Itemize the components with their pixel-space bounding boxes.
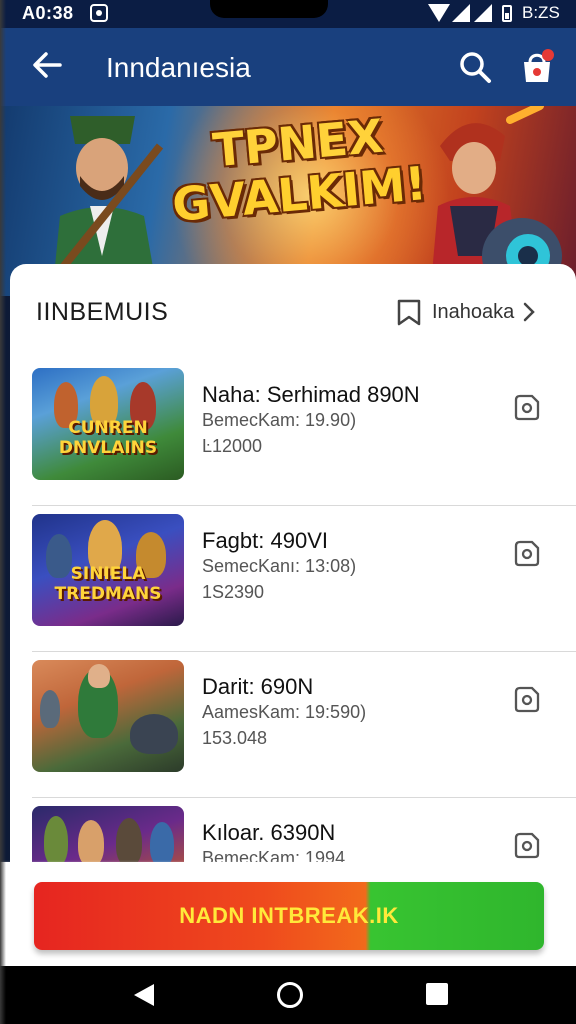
item-price: Ŀ12000 (202, 436, 263, 456)
cta-bar: NADN INTBREAK.IK (0, 862, 576, 966)
camera-notch (210, 0, 328, 18)
cart-badge (542, 49, 554, 61)
search-icon[interactable] (458, 50, 492, 84)
status-right-text: B:ZS (522, 3, 560, 22)
page-title: Inndanıesia (106, 52, 251, 83)
section-link[interactable]: Inahoaka (396, 296, 536, 328)
item-price: 1S2390 (202, 582, 265, 602)
phone-screen: A0:38 B:ZS Inndanıesia TPNEX GVALKIM! II… (0, 0, 576, 1024)
primary-cta-button[interactable]: NADN INTBREAK.IK (34, 882, 544, 950)
item-subtitle: AamesKam: 19:590) (202, 702, 367, 722)
nav-home-icon[interactable] (277, 982, 303, 1008)
item-thumbnail (32, 660, 184, 772)
nav-back-icon[interactable] (134, 984, 154, 1006)
status-time: A0:38 (22, 3, 74, 23)
thumbnail-caption: CUNREN DNVLAINS (58, 418, 158, 458)
nav-recents-icon[interactable] (426, 983, 448, 1005)
item-name: Darit: 690N (202, 674, 314, 699)
tag-icon[interactable] (512, 538, 542, 568)
signal-icon-2 (474, 4, 492, 22)
item-price: 153.048 (202, 728, 268, 748)
item-thumbnail: CUNREN DNVLAINS (32, 368, 184, 480)
tag-icon[interactable] (512, 830, 542, 860)
arrow-left-icon[interactable] (30, 48, 64, 82)
item-thumbnail: SINIELA TREDMANS (32, 514, 184, 626)
item-subtitle: SemecKanı: 13:08) (202, 556, 357, 576)
section-link-label: Inahoaka (432, 300, 515, 323)
list-item[interactable]: CUNREN DNVLAINS Naha: Serhimad 890N Beme… (32, 360, 576, 506)
list-item[interactable]: SINIELA TREDMANS Fagbt: 490VI SemecKanı:… (32, 506, 576, 652)
system-nav-bar (0, 966, 576, 1024)
chevron-right-icon (524, 302, 536, 322)
device-edge (0, 0, 6, 1024)
item-subtitle: BemecKam: 19.90) (202, 410, 357, 430)
thumbnail-caption: SINIELA TREDMANS (54, 564, 162, 604)
signal-icon (452, 4, 470, 22)
notification-icon (90, 4, 108, 22)
section-title: IINBEMUIS (36, 298, 169, 326)
item-name: Fagbt: 490VI (202, 528, 328, 553)
shopping-bag-icon[interactable] (518, 46, 558, 86)
bookmark-icon (397, 299, 421, 326)
list-item[interactable]: Darit: 690N AamesKam: 19:590) 153.048 (32, 652, 576, 798)
app-bar: Inndanıesia (0, 28, 576, 106)
battery-icon (502, 5, 512, 22)
tag-icon[interactable] (512, 392, 542, 422)
status-bar: A0:38 B:ZS (0, 0, 576, 28)
item-name: Naha: Serhimad 890N (202, 382, 420, 407)
tag-icon[interactable] (512, 684, 542, 714)
wifi-icon (428, 4, 450, 22)
item-name: Kıloar. 6390N (202, 820, 336, 845)
